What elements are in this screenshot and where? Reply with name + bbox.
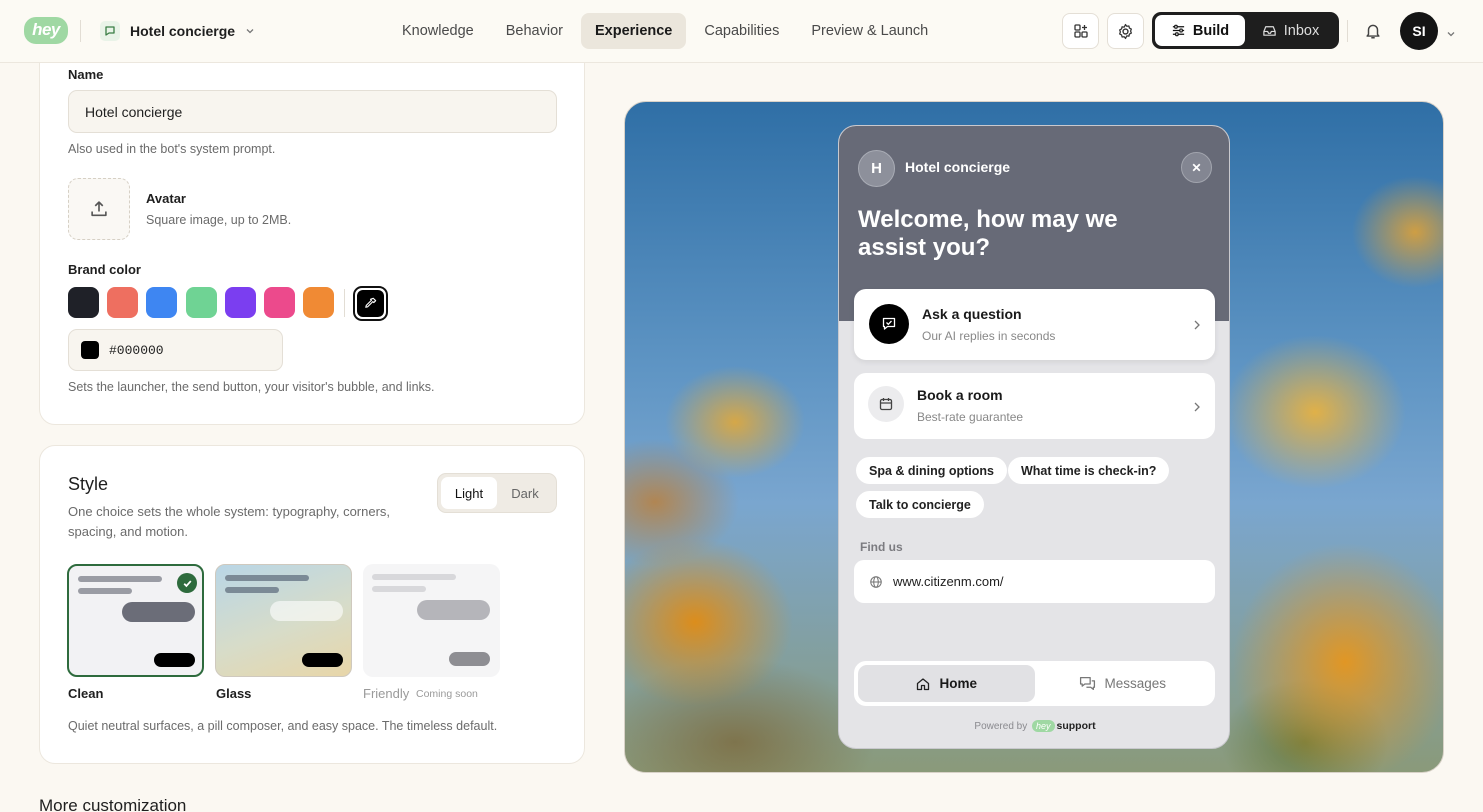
upload-icon xyxy=(91,201,107,217)
globe-icon xyxy=(870,575,882,588)
messages-tab[interactable]: Messages xyxy=(1035,665,1212,702)
preview-line xyxy=(225,587,279,593)
ask-question-card[interactable]: Ask a question Our AI replies in seconds xyxy=(854,289,1215,360)
dark-theme-button[interactable]: Dark xyxy=(497,477,553,509)
style-option-friendly xyxy=(363,564,500,677)
widget-welcome: Welcome, how may we assist you? xyxy=(858,206,1118,261)
color-swatch[interactable] xyxy=(68,287,99,318)
preview-bubble xyxy=(270,601,343,621)
home-icon xyxy=(917,677,930,690)
color-swatch[interactable] xyxy=(303,287,335,318)
color-preview xyxy=(81,341,99,359)
main-tabs: Knowledge Behavior Experience Capabiliti… xyxy=(388,13,942,49)
name-hint: Also used in the bot's system prompt. xyxy=(68,142,276,156)
website-link[interactable]: www.citizenm.com/ xyxy=(854,560,1215,603)
chevron-right-icon xyxy=(1192,400,1202,418)
style-description: One choice sets the whole system: typogr… xyxy=(68,504,391,539)
name-label: Name xyxy=(68,67,104,82)
preview-line xyxy=(372,586,426,592)
hey-logo[interactable]: hey xyxy=(24,17,68,44)
style-name-clean: Clean xyxy=(68,686,104,701)
hey-logo: hey xyxy=(1032,720,1055,732)
avatar-label: Avatar xyxy=(146,191,186,206)
chat-widget-preview: H Hotel concierge Welcome, how may we as… xyxy=(838,125,1230,749)
build-inbox-toggle: Build Inbox xyxy=(1152,12,1339,49)
checkmark-icon xyxy=(177,573,197,593)
divider xyxy=(80,20,81,42)
avatar-upload-button[interactable] xyxy=(68,178,130,240)
custom-color-picker[interactable] xyxy=(353,286,388,321)
preview-button xyxy=(154,653,195,667)
chevron-down-icon xyxy=(245,23,255,39)
tab-knowledge[interactable]: Knowledge xyxy=(388,13,488,49)
bot-selector[interactable]: Hotel concierge xyxy=(100,20,255,42)
top-bar: hey Hotel concierge Knowledge Behavior E… xyxy=(0,0,1483,63)
tab-preview-launch[interactable]: Preview & Launch xyxy=(797,13,942,49)
chevron-down-icon[interactable] xyxy=(1446,26,1456,44)
build-button[interactable]: Build xyxy=(1155,15,1245,46)
hex-color-input[interactable]: #000000 xyxy=(68,329,283,371)
widget-nav: Home Messages xyxy=(854,661,1215,706)
preview-bubble xyxy=(417,600,490,620)
sliders-icon xyxy=(1172,24,1184,37)
preview-bubble xyxy=(122,602,195,622)
settings-button[interactable] xyxy=(1107,13,1144,49)
theme-toggle: Light Dark xyxy=(437,473,557,513)
light-theme-button[interactable]: Light xyxy=(441,477,497,509)
tab-behavior[interactable]: Behavior xyxy=(492,13,577,49)
color-swatch[interactable] xyxy=(185,287,217,318)
style-option-glass[interactable] xyxy=(215,564,352,677)
style-name-glass: Glass xyxy=(216,686,252,701)
name-input[interactable]: Hotel concierge xyxy=(68,90,557,133)
chat-bubble-icon xyxy=(100,21,120,41)
powered-by: Powered by hey support xyxy=(974,720,1096,732)
chat-check-icon xyxy=(869,304,909,344)
eyedropper-icon xyxy=(357,290,384,317)
preview-button xyxy=(449,652,490,666)
bot-name: Hotel concierge xyxy=(130,23,236,39)
tab-experience[interactable]: Experience xyxy=(580,13,687,49)
style-name-friendly: Friendly xyxy=(363,686,410,701)
divider xyxy=(344,289,345,317)
widget-avatar: H xyxy=(858,150,895,187)
color-swatch[interactable] xyxy=(264,287,295,318)
chevron-right-icon xyxy=(1192,318,1202,336)
widget-bot-name: Hotel concierge xyxy=(905,159,1011,175)
preview-line xyxy=(372,574,456,580)
messages-icon xyxy=(1080,677,1096,690)
style-title: Style xyxy=(68,474,109,494)
style-footer: Quiet neutral surfaces, a pill composer,… xyxy=(68,719,498,733)
preview-line xyxy=(225,575,309,581)
close-icon[interactable] xyxy=(1181,152,1212,183)
inbox-icon xyxy=(1263,26,1276,36)
more-customization-title: More customization xyxy=(39,796,187,812)
preview-line xyxy=(78,576,162,582)
book-room-card[interactable]: Book a room Best-rate guarantee xyxy=(854,373,1215,439)
quick-reply-chip[interactable]: Talk to concierge xyxy=(856,491,984,518)
divider xyxy=(1347,20,1348,42)
bell-icon[interactable] xyxy=(1364,22,1382,45)
home-tab[interactable]: Home xyxy=(858,665,1035,702)
calendar-icon xyxy=(868,386,904,422)
gear-icon xyxy=(1119,23,1132,39)
quick-reply-chip[interactable]: What time is check-in? xyxy=(1008,457,1170,484)
find-us-label: Find us xyxy=(860,540,903,554)
style-option-clean[interactable] xyxy=(67,564,204,677)
coming-soon-badge: Coming soon xyxy=(416,688,478,700)
color-swatch[interactable] xyxy=(224,287,256,318)
quick-reply-chip[interactable]: Spa & dining options xyxy=(856,457,1007,484)
tab-capabilities[interactable]: Capabilities xyxy=(690,13,793,49)
avatar-hint: Square image, up to 2MB. xyxy=(146,213,292,227)
color-swatch[interactable] xyxy=(146,287,178,318)
brand-color-label: Brand color xyxy=(68,262,141,277)
integrations-button[interactable] xyxy=(1062,13,1099,49)
brand-color-hint: Sets the launcher, the send button, your… xyxy=(68,380,435,394)
grid-plus-icon xyxy=(1073,24,1088,38)
user-avatar[interactable]: SI xyxy=(1400,12,1438,50)
preview-button xyxy=(302,653,343,667)
inbox-button[interactable]: Inbox xyxy=(1245,15,1336,46)
preview-line xyxy=(78,588,132,594)
color-swatch[interactable] xyxy=(107,287,139,318)
